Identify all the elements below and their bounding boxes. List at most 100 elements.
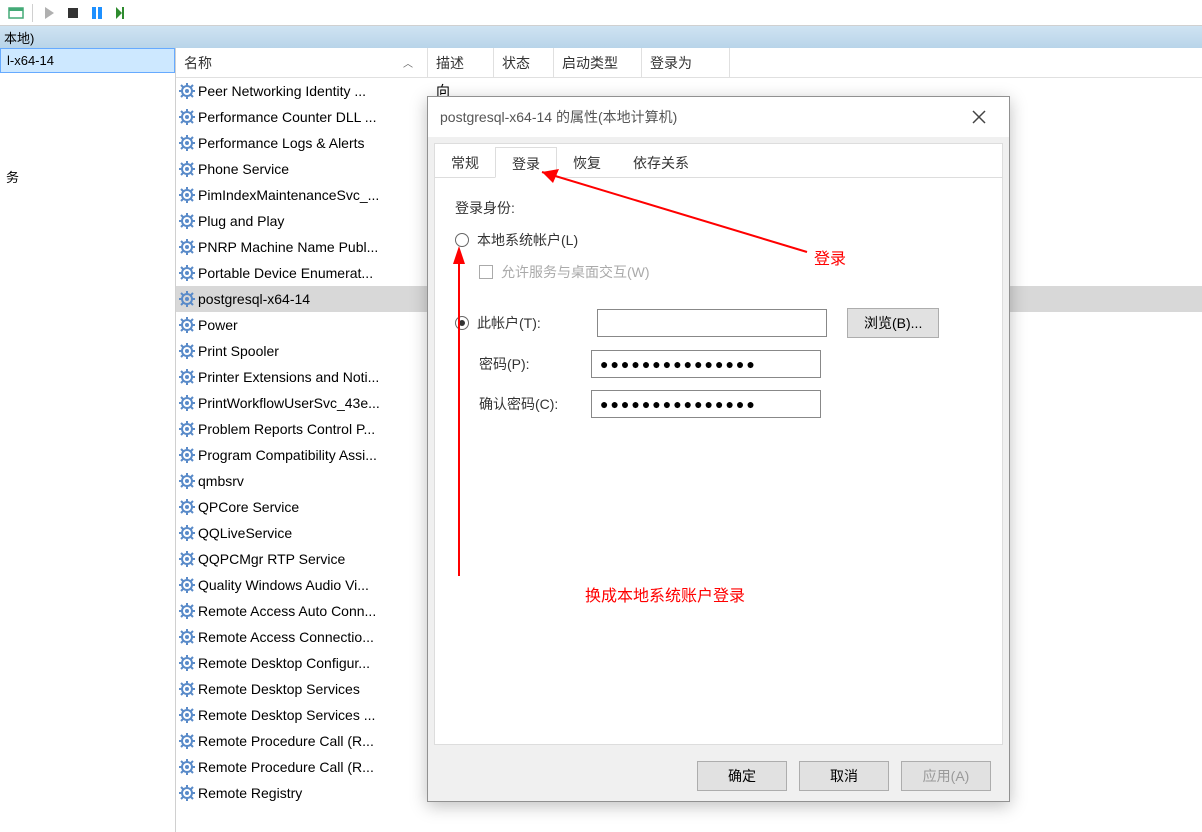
gear-icon [176, 369, 198, 385]
tab-recovery[interactable]: 恢复 [557, 147, 617, 178]
service-name: Quality Windows Audio Vi... [198, 577, 428, 593]
sort-indicator-icon: ︿ [403, 55, 413, 70]
service-name: Remote Access Connectio... [198, 629, 428, 645]
radio-this-account[interactable] [455, 316, 469, 330]
tree-item[interactable]: 务 [0, 163, 175, 190]
service-name: PrintWorkflowUserSvc_43e... [198, 395, 428, 411]
confirm-password-label: 确认密码(C): [479, 394, 591, 414]
service-name: Performance Logs & Alerts [198, 135, 428, 151]
service-name: PNRP Machine Name Publ... [198, 239, 428, 255]
left-pane: l-x64-14 务 [0, 48, 176, 832]
radio-local-system[interactable] [455, 233, 469, 247]
gear-icon [176, 525, 198, 541]
gear-icon [176, 551, 198, 567]
checkbox-allow-desktop [479, 265, 493, 279]
service-name: QQLiveService [198, 525, 428, 541]
col-desc[interactable]: 描述 [428, 48, 494, 77]
login-as-label: 登录身份: [455, 198, 515, 218]
service-name: Remote Desktop Services [198, 681, 428, 697]
gear-icon [176, 213, 198, 229]
properties-dialog: postgresql-x64-14 的属性(本地计算机) 常规 登录 恢复 依存… [427, 96, 1010, 802]
service-name: QQPCMgr RTP Service [198, 551, 428, 567]
dialog-body: 常规 登录 恢复 依存关系 登录身份: 本地系统帐户(L) 允许服务与桌面交互(… [434, 143, 1003, 745]
gear-icon [176, 291, 198, 307]
service-name: PimIndexMaintenanceSvc_... [198, 187, 428, 203]
gear-icon [176, 239, 198, 255]
tree-item-selected[interactable]: l-x64-14 [0, 48, 175, 73]
gear-icon [176, 187, 198, 203]
service-name: Remote Desktop Configur... [198, 655, 428, 671]
gear-icon [176, 447, 198, 463]
service-name: Plug and Play [198, 213, 428, 229]
apply-button[interactable]: 应用(A) [901, 761, 991, 791]
gear-icon [176, 109, 198, 125]
stop-icon[interactable] [65, 5, 81, 21]
service-name: Portable Device Enumerat... [198, 265, 428, 281]
tree-spacer [0, 73, 175, 163]
account-input[interactable] [597, 309, 827, 337]
tab-general[interactable]: 常规 [435, 147, 495, 178]
tab-logon[interactable]: 登录 [495, 147, 557, 178]
close-button[interactable] [961, 103, 997, 131]
service-name: Print Spooler [198, 343, 428, 359]
gear-icon [176, 421, 198, 437]
col-start[interactable]: 启动类型 [554, 48, 642, 77]
allow-desktop-label: 允许服务与桌面交互(W) [501, 262, 650, 282]
gear-icon [176, 473, 198, 489]
gear-icon [176, 343, 198, 359]
gear-icon [176, 265, 198, 281]
gear-icon [176, 785, 198, 801]
col-name[interactable]: 名称︿ [176, 48, 428, 77]
service-name: Printer Extensions and Noti... [198, 369, 428, 385]
dialog-footer: 确定 取消 应用(A) [428, 751, 1009, 801]
browse-button[interactable]: 浏览(B)... [847, 308, 939, 338]
tab-content: 登录身份: 本地系统帐户(L) 允许服务与桌面交互(W) 此帐户(T): 浏览(… [435, 178, 1002, 450]
col-state[interactable]: 状态 [494, 48, 554, 77]
gear-icon [176, 655, 198, 671]
location-bar: 本地) [0, 26, 1202, 48]
confirm-password-input[interactable] [591, 390, 821, 418]
service-name: Remote Procedure Call (R... [198, 759, 428, 775]
service-name: Program Compatibility Assi... [198, 447, 428, 463]
gear-icon [176, 733, 198, 749]
service-name: Remote Procedure Call (R... [198, 733, 428, 749]
play-icon[interactable] [41, 5, 57, 21]
service-name: Problem Reports Control P... [198, 421, 428, 437]
gear-icon [176, 707, 198, 723]
service-name: Phone Service [198, 161, 428, 177]
service-name: QPCore Service [198, 499, 428, 515]
this-account-label: 此帐户(T): [477, 313, 597, 333]
column-headers: 名称︿ 描述 状态 启动类型 登录为 [176, 48, 1202, 78]
gear-icon [176, 499, 198, 515]
gear-icon [176, 681, 198, 697]
gear-icon [176, 317, 198, 333]
window-icon[interactable] [8, 5, 24, 21]
gear-icon [176, 629, 198, 645]
gear-icon [176, 577, 198, 593]
ok-button[interactable]: 确定 [697, 761, 787, 791]
toolbar [0, 0, 1202, 26]
gear-icon [176, 83, 198, 99]
password-input[interactable] [591, 350, 821, 378]
cancel-button[interactable]: 取消 [799, 761, 889, 791]
local-system-label: 本地系统帐户(L) [477, 230, 578, 250]
location-label: 本地) [4, 28, 34, 47]
gear-icon [176, 135, 198, 151]
service-name: Performance Counter DLL ... [198, 109, 428, 125]
dialog-titlebar: postgresql-x64-14 的属性(本地计算机) [428, 97, 1009, 137]
pause-icon[interactable] [89, 5, 105, 21]
gear-icon [176, 759, 198, 775]
col-logon[interactable]: 登录为 [642, 48, 730, 77]
service-name: postgresql-x64-14 [198, 291, 428, 307]
password-label: 密码(P): [479, 354, 591, 374]
tab-dependencies[interactable]: 依存关系 [617, 147, 705, 178]
gear-icon [176, 161, 198, 177]
gear-icon [176, 395, 198, 411]
service-name: Remote Registry [198, 785, 428, 801]
dialog-title-text: postgresql-x64-14 的属性(本地计算机) [440, 107, 677, 127]
dialog-tabs: 常规 登录 恢复 依存关系 [435, 146, 1002, 178]
gear-icon [176, 603, 198, 619]
service-name: Remote Access Auto Conn... [198, 603, 428, 619]
restart-icon[interactable] [113, 5, 129, 21]
service-name: Power [198, 317, 428, 333]
